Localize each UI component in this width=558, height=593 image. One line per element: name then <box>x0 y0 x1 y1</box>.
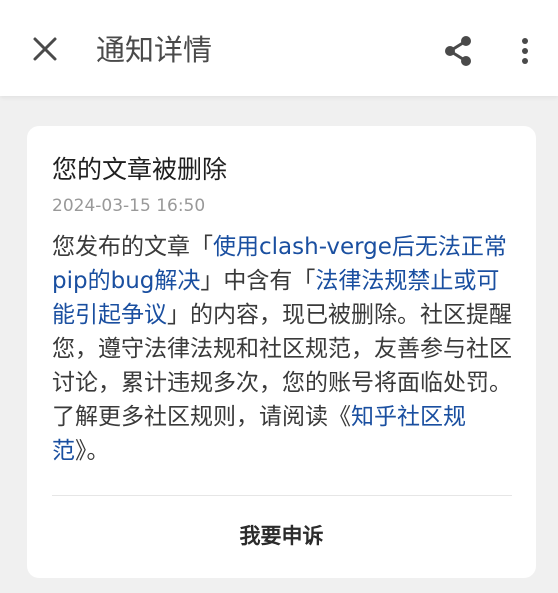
notification-body: 您发布的文章「使用clash-verge后无法正常pip的bug解决」中含有「法… <box>52 230 514 468</box>
notification-timestamp: 2024-03-15 16:50 <box>52 196 206 216</box>
notification-title: 您的文章被删除 <box>52 155 228 184</box>
body-text: 》。 <box>75 438 110 464</box>
body-text: 您发布的文章「 <box>52 234 213 260</box>
share-icon[interactable] <box>441 34 475 68</box>
more-vertical-icon[interactable] <box>514 34 536 68</box>
page-title: 通知详情 <box>96 33 213 67</box>
appeal-button[interactable]: 我要申诉 <box>27 512 536 560</box>
notification-card: 您的文章被删除 2024-03-15 16:50 您发布的文章「使用clash-… <box>27 126 536 578</box>
top-app-bar: 通知详情 <box>0 0 558 96</box>
divider <box>52 495 512 496</box>
close-icon[interactable] <box>32 36 58 62</box>
body-text: 」中含有「 <box>200 268 316 294</box>
